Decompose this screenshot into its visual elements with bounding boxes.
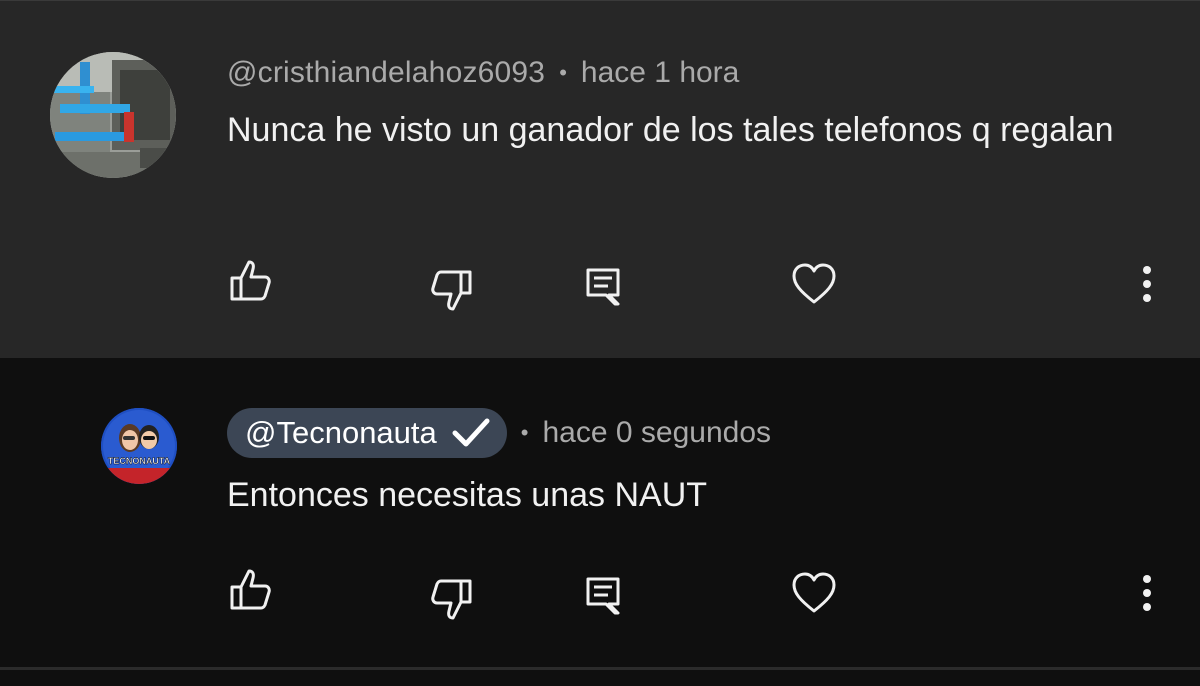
like-icon	[230, 260, 271, 301]
avatar[interactable]: TECNONAUTA	[101, 408, 177, 484]
avatar[interactable]	[50, 52, 176, 178]
svg-text:TECNONAUTA: TECNONAUTA	[108, 456, 171, 466]
separator-dot: •	[520, 420, 529, 445]
more-options-button[interactable]	[1117, 563, 1177, 623]
more-options-button[interactable]	[1117, 254, 1177, 314]
like-icon	[230, 569, 271, 610]
reply-item: TECNONAUTA @Tecnonauta • hace 0 segundos…	[0, 358, 1200, 668]
dislike-button[interactable]	[421, 260, 481, 320]
heart-button[interactable]	[784, 254, 844, 314]
comment-text: Entonces necesitas unas NAUT	[227, 476, 708, 514]
divider	[0, 667, 1200, 670]
timestamp[interactable]: hace 0 segundos	[542, 416, 771, 450]
comments-screen: @cristhiandelahoz6093 • hace 1 hora Nunc…	[0, 0, 1200, 686]
comment-header: @Tecnonauta • hace 0 segundos	[227, 407, 771, 459]
like-button[interactable]	[221, 560, 281, 620]
comment-text: Nunca he visto un ganador de los tales t…	[227, 111, 1114, 149]
verified-check-icon	[452, 418, 490, 447]
timestamp[interactable]: hace 1 hora	[581, 56, 739, 90]
heart-button[interactable]	[784, 563, 844, 623]
heart-icon	[792, 572, 836, 613]
tecnonauta-logo-avatar: TECNONAUTA	[101, 408, 177, 484]
reply-icon	[586, 268, 620, 306]
comment-item: @cristhiandelahoz6093 • hace 1 hora Nunc…	[0, 0, 1200, 358]
dislike-icon	[431, 579, 472, 620]
separator-dot: •	[559, 60, 567, 85]
reply-icon	[586, 577, 620, 615]
author-handle: @Tecnonauta	[245, 415, 437, 450]
dislike-icon	[431, 270, 472, 311]
comment-header: @cristhiandelahoz6093 • hace 1 hora	[227, 51, 739, 95]
heart-icon	[792, 263, 836, 304]
industrial-photo-avatar-image	[50, 52, 176, 178]
more-vert-icon	[1143, 575, 1151, 611]
dislike-button[interactable]	[421, 569, 481, 629]
reply-button[interactable]	[573, 256, 633, 316]
owner-badge[interactable]: @Tecnonauta	[227, 408, 507, 458]
more-vert-icon	[1143, 266, 1151, 302]
like-button[interactable]	[221, 251, 281, 311]
author-handle[interactable]: @cristhiandelahoz6093	[227, 56, 545, 90]
reply-button[interactable]	[573, 565, 633, 625]
